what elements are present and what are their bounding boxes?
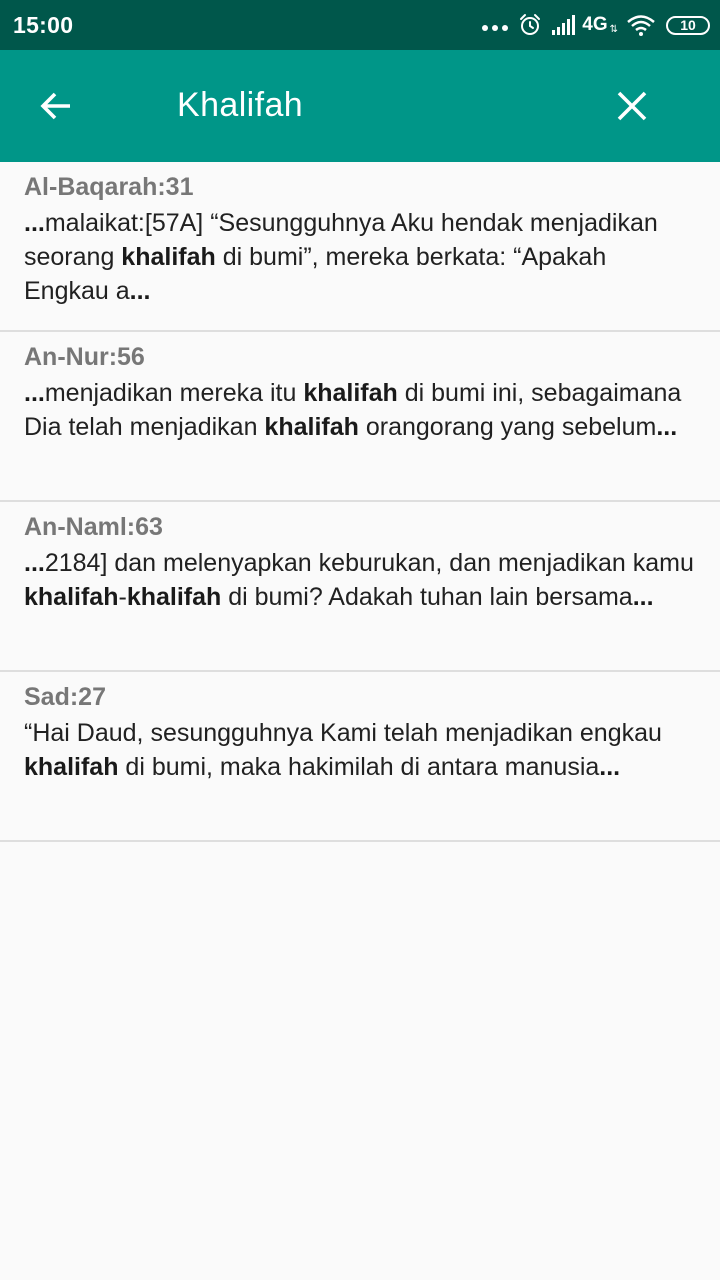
search-toolbar: Khalifah <box>0 50 720 162</box>
snippet-highlight: ... <box>24 379 45 407</box>
more-dots-icon <box>482 25 509 31</box>
arrow-left-icon <box>40 92 70 120</box>
snippet-highlight: khalifah <box>303 379 398 407</box>
close-icon <box>617 91 647 121</box>
verse-snippet: ...menjadikan mereka itu khalifah di bum… <box>24 376 696 444</box>
snippet-highlight: khalifah <box>24 583 119 611</box>
snippet-highlight: khalifah <box>24 753 119 781</box>
snippet-highlight: khalifah <box>121 243 216 271</box>
battery-icon: 10 <box>666 15 710 35</box>
snippet-highlight: ... <box>129 277 151 305</box>
search-result-item[interactable]: An-Naml:63 ...2184] dan melenyapkan kebu… <box>0 502 720 672</box>
snippet-text: - <box>118 583 127 611</box>
snippet-highlight: ... <box>632 583 654 611</box>
screen: 15:00 4G ⇅ 10 Khalifah Al-Baqarah:31 ...… <box>0 0 720 1280</box>
search-results-list: Al-Baqarah:31 ...malaikat:[57A] “Sesungg… <box>0 162 720 842</box>
snippet-text: 2184] dan melenyapkan keburukan, dan men… <box>44 549 694 577</box>
verse-reference: An-Nur:56 <box>24 343 145 371</box>
alarm-icon <box>520 14 541 35</box>
snippet-highlight: ... <box>24 549 45 577</box>
snippet-text: “Hai Daud, sesungguhnya Kami telah menja… <box>24 719 662 747</box>
verse-snippet: “Hai Daud, sesungguhnya Kami telah menja… <box>24 716 696 784</box>
signal-icon <box>552 15 576 35</box>
status-icons: 4G ⇅ 10 <box>482 9 710 41</box>
data-arrows-icon: ⇅ <box>609 23 618 35</box>
snippet-text: di bumi? Adakah tuhan lain bersama <box>221 583 633 611</box>
wifi-icon <box>627 15 655 36</box>
snippet-highlight: khalifah <box>126 583 222 611</box>
verse-reference: Sad:27 <box>24 683 106 711</box>
snippet-text: menjadikan mereka itu <box>44 379 304 407</box>
clear-search-button[interactable] <box>602 76 662 136</box>
battery-level: 10 <box>680 17 696 33</box>
back-button[interactable] <box>26 76 86 136</box>
verse-snippet: ...2184] dan melenyapkan keburukan, dan … <box>24 546 696 614</box>
snippet-highlight: ... <box>24 209 45 237</box>
search-result-item[interactable]: Al-Baqarah:31 ...malaikat:[57A] “Sesungg… <box>0 162 720 332</box>
search-query[interactable]: Khalifah <box>177 86 303 125</box>
search-result-item[interactable]: An-Nur:56 ...menjadikan mereka itu khali… <box>0 332 720 502</box>
network-type: 4G <box>582 14 608 35</box>
status-bar: 15:00 4G ⇅ 10 <box>0 0 720 50</box>
snippet-highlight: ... <box>656 413 678 441</box>
verse-reference: Al-Baqarah:31 <box>24 173 194 201</box>
snippet-highlight: khalifah <box>264 413 359 441</box>
search-result-item[interactable]: Sad:27 “Hai Daud, sesungguhnya Kami tela… <box>0 672 720 842</box>
snippet-text: orangorang yang sebelum <box>358 413 657 441</box>
verse-reference: An-Naml:63 <box>24 513 163 541</box>
snippet-highlight: ... <box>599 753 621 781</box>
snippet-text: di bumi, maka hakimilah di antara manusi… <box>118 753 600 781</box>
verse-snippet: ...malaikat:[57A] “Sesungguhnya Aku hend… <box>24 206 696 308</box>
status-time: 15:00 <box>13 12 74 38</box>
